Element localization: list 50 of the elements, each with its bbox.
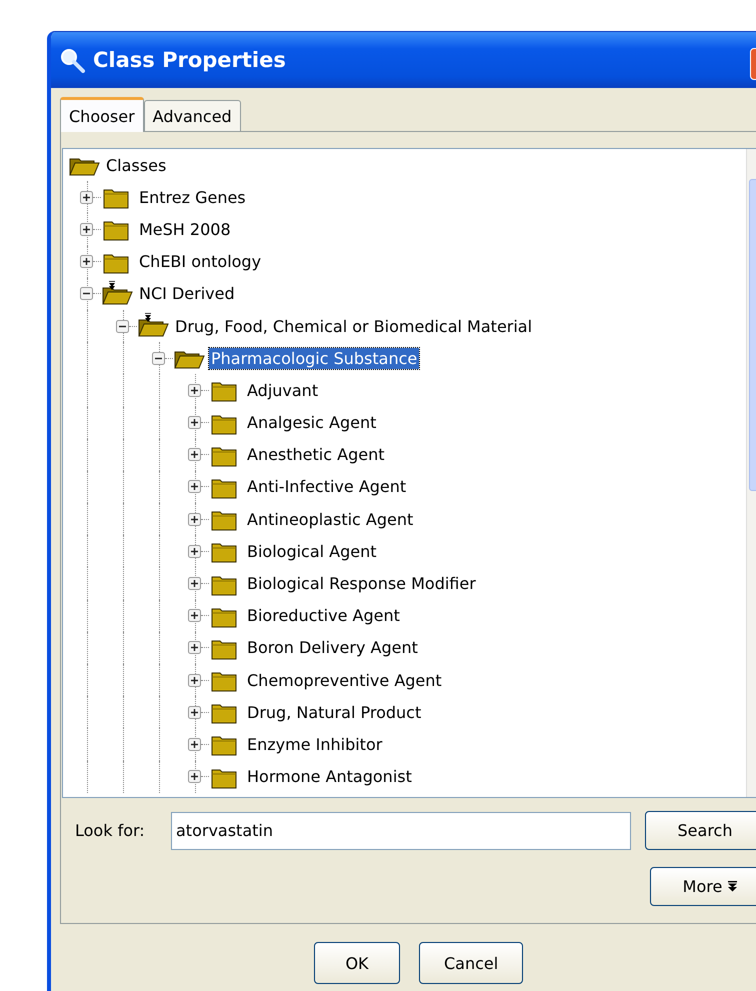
tree-item[interactable]: Enzyme Inhibitor [245, 734, 384, 755]
tree-item[interactable]: NCI Derived [137, 283, 237, 304]
tab[interactable]: Chooser [60, 97, 144, 132]
expand-icon[interactable] [188, 512, 201, 526]
expand-icon[interactable] [188, 544, 201, 558]
window-title: Class Properties [93, 48, 286, 72]
search-icon [59, 47, 85, 73]
expand-icon[interactable] [188, 609, 201, 622]
tree-item[interactable]: Pharmacologic Substance [209, 348, 420, 369]
expand-icon[interactable] [188, 770, 201, 784]
tree-item[interactable]: ChEBI ontology [137, 251, 264, 272]
expand-icon[interactable] [188, 416, 201, 430]
tree-item[interactable]: Bioreductive Agent [245, 605, 402, 626]
expand-icon[interactable] [188, 674, 201, 687]
tree-item[interactable]: MeSH 2008 [137, 218, 233, 240]
look-for-label: Look for: [75, 821, 146, 840]
collapse-icon[interactable] [152, 352, 165, 365]
tree-item[interactable]: Adjuvant [245, 380, 320, 401]
tree-item[interactable]: Classes [104, 154, 168, 176]
tree-item[interactable]: Biological Response Modifier [245, 573, 478, 594]
expand-icon[interactable] [188, 480, 201, 494]
tree-item[interactable]: Anti-Infective Agent [245, 476, 408, 498]
expand-icon[interactable] [188, 738, 201, 751]
tree-item[interactable]: Drug, Food, Chemical or Biomedical Material [173, 316, 534, 337]
expand-icon[interactable] [80, 222, 93, 236]
tree-item[interactable]: Antineoplastic Agent [245, 508, 416, 530]
collapse-icon[interactable] [80, 287, 93, 300]
search-button[interactable]: Search [645, 811, 756, 850]
double-caret-icon [728, 881, 738, 892]
expand-icon[interactable] [188, 577, 201, 590]
cancel-button[interactable]: Cancel [419, 942, 524, 984]
tree-item[interactable]: Hormone Antagonist [245, 766, 414, 788]
tab[interactable]: Advanced [144, 100, 241, 131]
tree-item[interactable]: Biological Agent [245, 540, 379, 562]
ok-button[interactable]: OK [314, 942, 400, 984]
tree-item[interactable]: Anesthetic Agent [245, 444, 386, 466]
tree-item[interactable]: Chemopreventive Agent [245, 670, 444, 691]
tree-item[interactable]: Analgesic Agent [245, 412, 378, 434]
expand-icon[interactable] [80, 255, 93, 268]
expand-icon[interactable] [188, 706, 201, 719]
tree-item[interactable]: Drug, Natural Product [245, 702, 424, 723]
expand-icon[interactable] [188, 641, 201, 654]
tree-item[interactable]: Boron Delivery Agent [245, 637, 420, 658]
expand-icon[interactable] [188, 384, 201, 397]
expand-icon[interactable] [188, 448, 201, 462]
tree-item[interactable]: Entrez Genes [137, 186, 248, 208]
expand-icon[interactable] [80, 190, 93, 204]
more-button[interactable]: More [650, 867, 756, 906]
search-field[interactable]: atorvastatin [171, 812, 631, 850]
collapse-icon[interactable] [116, 320, 129, 333]
